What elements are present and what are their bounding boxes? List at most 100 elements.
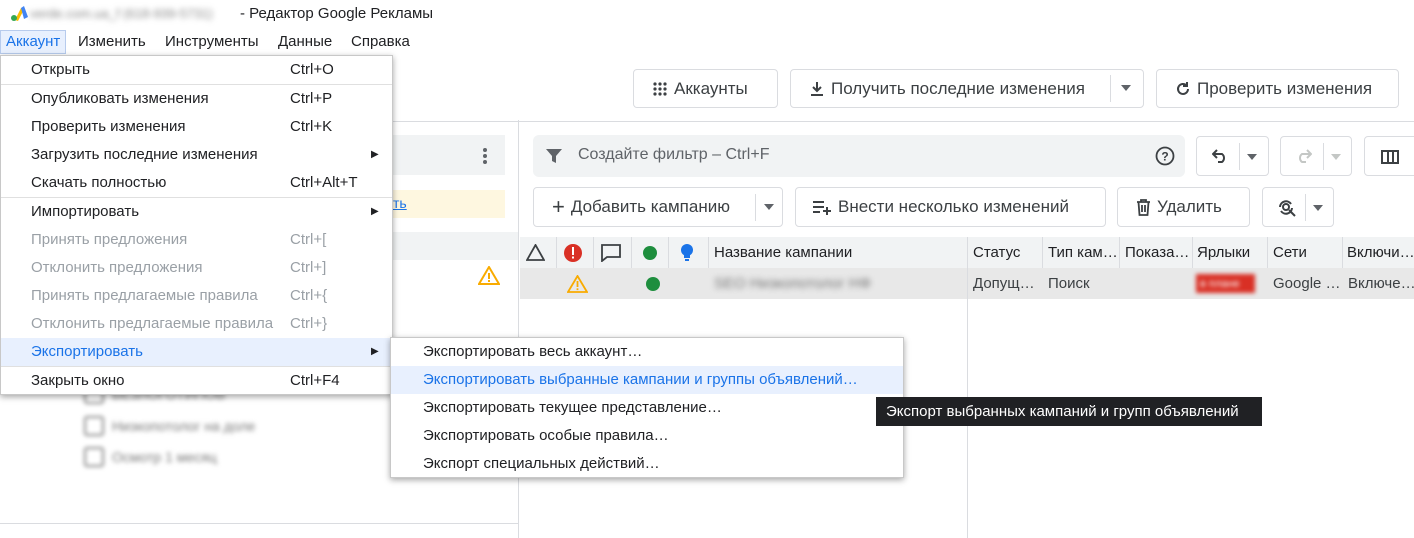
add-campaign-button[interactable]: + Добавить кампанию bbox=[533, 187, 783, 227]
undo-button[interactable] bbox=[1196, 136, 1269, 176]
menu-help[interactable]: Справка bbox=[346, 30, 415, 54]
svg-text:?: ? bbox=[1161, 150, 1168, 164]
add-campaign-label: Добавить кампанию bbox=[570, 197, 730, 216]
filter-input[interactable]: Создайте фильтр – Ctrl+F bbox=[578, 146, 769, 164]
window-title: - Редактор Google Рекламы bbox=[240, 5, 434, 22]
get-latest-changes-label: Получить последние изменения bbox=[831, 78, 1085, 98]
menu-item-check-changes[interactable]: Проверить изменения Ctrl+K bbox=[1, 113, 392, 141]
find-replace-icon bbox=[1279, 200, 1296, 217]
chevron-right-icon: ▶ bbox=[371, 149, 379, 160]
comment-column-icon[interactable] bbox=[601, 244, 621, 262]
menu-item-export[interactable]: Экспортировать ▶ bbox=[1, 338, 392, 366]
chevron-down-icon[interactable] bbox=[1331, 154, 1341, 160]
menubar: Аккаунт Изменить Инструменты Данные Спра… bbox=[0, 30, 1414, 54]
column-enabled[interactable]: Включи… bbox=[1347, 237, 1414, 268]
help-icon[interactable]: ? bbox=[1155, 146, 1175, 166]
menu-item-get-latest[interactable]: Загрузить последние изменения ▶ bbox=[1, 141, 392, 169]
menu-item-download-full[interactable]: Скачать полностью Ctrl+Alt+T bbox=[1, 169, 392, 197]
submenu-export-custom-actions[interactable]: Экспорт специальных действий… bbox=[391, 450, 903, 478]
menu-tools[interactable]: Инструменты bbox=[160, 30, 264, 54]
enabled-cell: Включе… bbox=[1348, 275, 1414, 292]
refresh-icon bbox=[1177, 81, 1189, 95]
tree-selected-row[interactable] bbox=[393, 232, 518, 260]
google-ads-logo-icon bbox=[11, 6, 28, 21]
chevron-down-icon[interactable] bbox=[1313, 205, 1323, 211]
menu-item-close-window[interactable]: Закрыть окно Ctrl+F4 bbox=[1, 367, 392, 395]
get-latest-changes-button[interactable]: Получить последние изменения bbox=[790, 69, 1144, 108]
columns-icon bbox=[1381, 150, 1399, 164]
left-panel-bottom-divider bbox=[0, 523, 519, 524]
delete-button[interactable]: Удалить bbox=[1117, 187, 1250, 227]
filter-icon bbox=[546, 149, 562, 163]
column-campaign-name[interactable]: Название кампании bbox=[714, 237, 964, 268]
columns-button[interactable] bbox=[1364, 136, 1414, 176]
campaign-name-cell[interactable]: SEO Низкопотолог НФ bbox=[714, 268, 871, 299]
column-networks[interactable]: Сети bbox=[1273, 237, 1341, 268]
enabled-status-icon bbox=[646, 277, 660, 291]
left-panel-header bbox=[393, 135, 505, 175]
account-menu: Открыть Ctrl+O Опубликовать изменения Ctrl… bbox=[0, 55, 393, 395]
menu-item-import[interactable]: Импортировать ▶ bbox=[1, 198, 392, 226]
warning-icon bbox=[478, 266, 500, 285]
submenu-export-selected[interactable]: Экспортировать выбранные кампании и груп… bbox=[391, 366, 903, 394]
column-labels[interactable]: Ярлыки bbox=[1197, 237, 1265, 268]
menu-item-reject-suggestions: Отклонить предложения Ctrl+] bbox=[31, 259, 327, 276]
window-title-account: verde.com.ua_f (618-939-5731) bbox=[30, 6, 213, 21]
playlist-add-icon bbox=[813, 201, 831, 215]
more-vert-icon[interactable] bbox=[482, 147, 488, 165]
tooltip: Экспорт выбранных кампаний и групп объяв… bbox=[876, 397, 1262, 426]
warning-icon bbox=[567, 275, 588, 293]
menu-item-open[interactable]: Открыть Ctrl+O bbox=[1, 56, 392, 84]
label-chip: в плане bbox=[1196, 274, 1255, 293]
trash-icon bbox=[1137, 198, 1150, 216]
title-bar: verde.com.ua_f (618-939-5731) - Редактор… bbox=[0, 0, 1414, 28]
menu-item-publish[interactable]: Опубликовать изменения Ctrl+P bbox=[1, 85, 392, 113]
undo-icon bbox=[1212, 149, 1225, 163]
chevron-right-icon: ▶ bbox=[371, 346, 379, 357]
type-cell: Поиск bbox=[1048, 275, 1090, 292]
redo-button[interactable] bbox=[1280, 136, 1352, 176]
download-icon bbox=[811, 81, 823, 96]
tree-item[interactable]: Низкопотолог на доле bbox=[112, 418, 255, 434]
accounts-label: Аккаунты bbox=[674, 78, 748, 98]
chevron-right-icon: ▶ bbox=[371, 206, 379, 217]
column-status[interactable]: Статус bbox=[973, 237, 1041, 268]
replace-button[interactable] bbox=[1262, 187, 1334, 227]
column-campaign-type[interactable]: Тип кам… bbox=[1048, 237, 1118, 268]
notice-banner: ть bbox=[393, 190, 505, 218]
status-column-icon[interactable] bbox=[643, 246, 657, 260]
multiple-changes-label: Внести несколько изменений bbox=[838, 197, 1069, 216]
chevron-down-icon[interactable] bbox=[1247, 154, 1257, 160]
button-divider bbox=[1110, 75, 1111, 102]
accounts-button[interactable]: Аккаунты bbox=[633, 69, 778, 108]
campaign-icon bbox=[84, 416, 104, 436]
status-cell: Допущ… bbox=[973, 275, 1035, 292]
tree-item[interactable]: Осмотр 1 месяц bbox=[112, 449, 217, 465]
menu-edit[interactable]: Изменить bbox=[73, 30, 151, 54]
notice-link[interactable]: ть bbox=[393, 195, 407, 211]
triangle-column-icon[interactable] bbox=[526, 244, 545, 261]
apps-grid-icon bbox=[653, 81, 667, 96]
error-column-icon[interactable] bbox=[563, 243, 583, 263]
menu-account[interactable]: Аккаунт bbox=[0, 30, 67, 54]
menu-item-accept-suggestions: Принять предложения Ctrl+[ bbox=[31, 231, 327, 248]
submenu-export-current-view[interactable]: Экспортировать текущее представление… bbox=[391, 394, 903, 422]
check-changes-label: Проверить изменения bbox=[1197, 78, 1373, 98]
chevron-down-icon[interactable] bbox=[1121, 85, 1131, 91]
column-impressions[interactable]: Показа… bbox=[1125, 237, 1191, 268]
chevron-down-icon[interactable] bbox=[764, 204, 774, 210]
lightbulb-column-icon[interactable] bbox=[680, 243, 694, 263]
campaign-icon bbox=[84, 447, 104, 467]
delete-label: Удалить bbox=[1157, 197, 1222, 216]
menu-item-accept-rules: Принять предлагаемые правила Ctrl+{ bbox=[31, 287, 328, 304]
check-changes-button[interactable]: Проверить изменения bbox=[1156, 69, 1399, 108]
submenu-export-custom-rules[interactable]: Экспортировать особые правила… bbox=[391, 422, 903, 450]
menu-item-reject-rules: Отклонить предлагаемые правила Ctrl+} bbox=[31, 315, 328, 332]
menu-data[interactable]: Данные bbox=[273, 30, 337, 54]
redo-icon bbox=[1299, 149, 1312, 163]
networks-cell: Google … bbox=[1273, 275, 1339, 292]
multiple-changes-button[interactable]: Внести несколько изменений bbox=[795, 187, 1106, 227]
export-submenu: Экспортировать весь аккаунт… Экспортиров… bbox=[390, 337, 904, 478]
submenu-export-account[interactable]: Экспортировать весь аккаунт… bbox=[391, 338, 903, 366]
button-divider bbox=[755, 194, 756, 221]
